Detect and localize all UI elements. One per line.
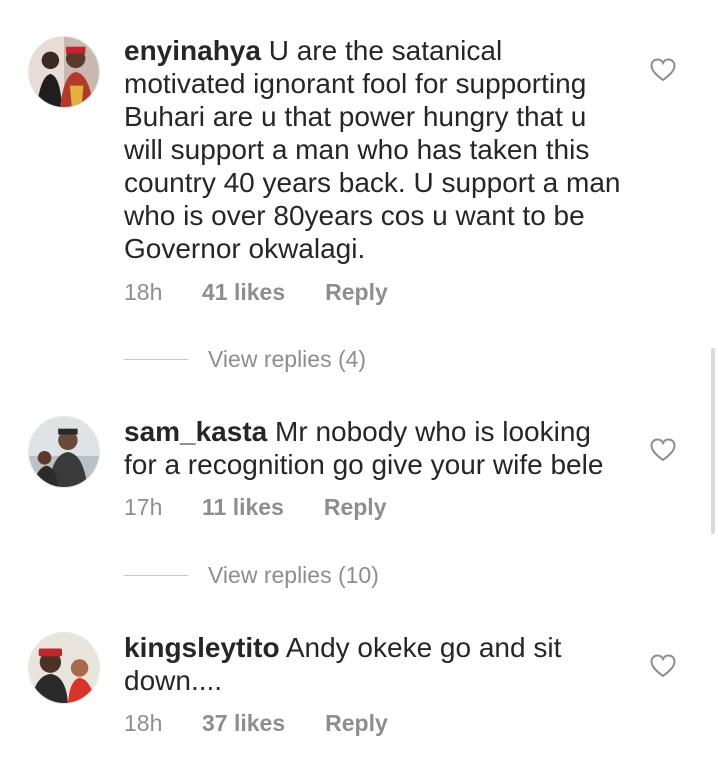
comment-username[interactable]: sam_kasta xyxy=(124,416,267,447)
comment-text: enyinahya U are the satanical motivated … xyxy=(124,34,624,265)
comment-time: 18h xyxy=(124,710,163,736)
comment-time: 17h xyxy=(124,494,163,520)
view-replies-label: View replies (10) xyxy=(208,562,379,588)
view-replies-label: View replies (4) xyxy=(208,346,367,372)
comment-body: U are the satanical motivated ignorant f… xyxy=(124,35,621,264)
avatar[interactable] xyxy=(28,416,100,488)
comment-text: kingsleytito Andy okeke go and sit down.… xyxy=(124,631,624,697)
comment-text: sam_kasta Mr nobody who is looking for a… xyxy=(124,415,624,481)
heart-outline-icon[interactable] xyxy=(650,438,676,462)
comment-username[interactable]: kingsleytito xyxy=(124,632,280,663)
heart-outline-icon[interactable] xyxy=(650,58,676,82)
comment-username[interactable]: enyinahya xyxy=(124,35,261,66)
heart-outline-icon[interactable] xyxy=(650,654,676,678)
comment-meta: 18h 41 likes Reply xyxy=(124,279,388,306)
reply-button[interactable]: Reply xyxy=(325,710,388,737)
reply-button[interactable]: Reply xyxy=(325,279,388,306)
divider-line xyxy=(124,359,188,360)
comment-likes[interactable]: 41 likes xyxy=(202,279,285,306)
comment-time: 18h xyxy=(124,279,163,305)
view-replies-button[interactable]: View replies (10) xyxy=(124,562,379,589)
comment-meta: 17h 11 likes Reply xyxy=(124,494,387,521)
avatar[interactable] xyxy=(28,36,100,108)
divider-line xyxy=(124,575,188,576)
comment-likes[interactable]: 37 likes xyxy=(202,710,285,737)
avatar[interactable] xyxy=(28,632,100,704)
comment-likes[interactable]: 11 likes xyxy=(202,494,284,521)
reply-button[interactable]: Reply xyxy=(324,494,387,521)
comment-meta: 18h 37 likes Reply xyxy=(124,710,388,737)
scrollbar[interactable] xyxy=(711,348,715,534)
view-replies-button[interactable]: View replies (4) xyxy=(124,346,366,373)
